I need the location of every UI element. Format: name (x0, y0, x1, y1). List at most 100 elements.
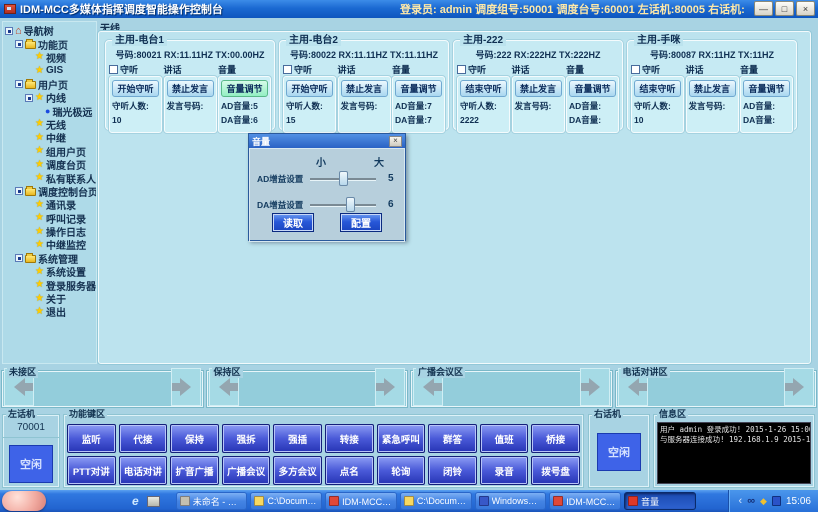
da-gain-value: 6 (388, 199, 394, 210)
config-button[interactable]: 配置 (340, 213, 382, 232)
taskbar-task[interactable]: 音量 (624, 492, 696, 510)
start-button[interactable] (2, 491, 46, 511)
function-key-button[interactable]: 代接 (118, 424, 168, 453)
da-gain-slider-thumb[interactable] (345, 197, 355, 212)
tree-item[interactable]: 功能页 (3, 37, 96, 52)
tree-item[interactable]: ● 瑞光极远 (3, 104, 96, 119)
tree-item[interactable]: 系统管理 (3, 252, 96, 266)
talk-forbid-button[interactable]: 禁止发言 (340, 80, 388, 97)
expander-icon[interactable] (25, 93, 33, 102)
talk-forbid-button[interactable]: 禁止发言 (688, 80, 736, 97)
tree-item[interactable]: ★ 内线 (3, 91, 96, 105)
listen-toggle-button[interactable]: 开始守听 (112, 80, 159, 97)
tree-item[interactable]: ★ 调度台页 (3, 158, 96, 172)
messenger-tray-icon[interactable]: ∞ (747, 495, 755, 507)
function-key-button[interactable]: 录音 (479, 456, 529, 485)
status-tray-icon[interactable]: ◆ (760, 496, 767, 506)
zone-right-arrow-button[interactable] (375, 368, 405, 406)
minimize-button[interactable]: — (754, 1, 773, 16)
tree-item[interactable]: ★ 组用户页 (3, 145, 96, 159)
function-key-button[interactable]: 紧急呼叫 (376, 424, 426, 453)
expander-icon[interactable] (15, 80, 23, 89)
tree-item[interactable]: 用户页 (3, 78, 96, 92)
function-key-button[interactable]: 点名 (324, 456, 374, 485)
listen-checkbox[interactable] (109, 65, 118, 74)
tree-item[interactable]: ★ 退出 (3, 305, 96, 319)
expander-icon[interactable] (15, 254, 23, 263)
function-key-button[interactable]: 多方会议 (273, 456, 322, 485)
function-key-button[interactable]: 强拆 (221, 424, 271, 453)
volume-adjust-button[interactable]: 音量调节 (743, 80, 790, 97)
function-key-button[interactable]: 监听 (67, 424, 116, 453)
talk-header-label: 讲话 (685, 65, 704, 75)
ad-gain-slider[interactable] (310, 171, 376, 186)
function-key-button[interactable]: 扩音广播 (170, 456, 219, 485)
function-key-button[interactable]: 保持 (170, 424, 219, 453)
maximize-button[interactable]: □ (775, 1, 794, 16)
right-phone-status-button[interactable]: 空闲 (597, 433, 641, 471)
ie-quicklaunch-icon[interactable]: e (132, 494, 139, 508)
function-key-button[interactable]: 电话对讲 (118, 456, 168, 485)
read-button[interactable]: 读取 (272, 213, 314, 232)
talk-forbid-button[interactable]: 禁止发言 (166, 80, 214, 97)
network-tray-icon[interactable] (771, 496, 781, 506)
tree-item[interactable]: ★ 中继 (3, 131, 96, 145)
tree-item[interactable]: ★ 中继监控 (3, 238, 96, 252)
volume-adjust-button[interactable]: 音量调节 (221, 80, 268, 97)
da-gain-slider[interactable] (310, 197, 376, 212)
function-key-button[interactable]: PTT对讲 (67, 456, 116, 485)
tree-item[interactable]: ★ 关于 (3, 292, 96, 306)
zone-right-arrow-button[interactable] (579, 368, 610, 406)
tree-item[interactable]: ★ GIS (3, 64, 96, 77)
tree-item[interactable]: 调度控制台页 (3, 185, 96, 199)
expander-icon[interactable] (15, 187, 23, 196)
taskbar-task[interactable]: IDM-MCC多媒体指... (549, 492, 621, 510)
talk-forbid-button[interactable]: 禁止发言 (514, 80, 562, 97)
talk-header-label: 讲话 (163, 65, 182, 75)
tree-item[interactable]: ★ 视频 (3, 51, 96, 65)
listen-checkbox[interactable] (631, 65, 640, 74)
listen-toggle-button[interactable]: 结束守听 (634, 80, 681, 97)
zone-right-arrow-button[interactable] (784, 368, 814, 406)
right-arrow-icon (376, 378, 404, 396)
desktop-quicklaunch-icon[interactable] (146, 495, 160, 507)
dialog-close-button[interactable]: × (389, 135, 402, 147)
tree-item[interactable]: ★ 登录服务器 (3, 278, 96, 293)
function-key-button[interactable]: 广播会议 (221, 456, 271, 485)
listen-toggle-button[interactable]: 开始守听 (286, 80, 333, 97)
function-key-button[interactable]: 轮询 (376, 456, 426, 485)
tree-item[interactable]: ★ 操作日志 (3, 225, 96, 239)
expander-icon[interactable] (15, 40, 23, 49)
function-key-button[interactable]: 群答 (428, 424, 477, 453)
listen-toggle-button[interactable]: 结束守听 (460, 80, 507, 97)
function-key-button[interactable]: 闭铃 (428, 456, 477, 485)
tray-collapse-icon[interactable]: ‹ (739, 495, 743, 507)
taskbar-task[interactable]: WindowsApplicatio... (474, 492, 547, 510)
taskbar-task[interactable]: 未命名 - 画图 (175, 492, 248, 510)
talk-number-label: 发言号码: (688, 101, 726, 111)
function-key-button[interactable]: 转接 (324, 424, 374, 453)
function-key-button[interactable]: 值班 (479, 424, 529, 453)
tree-item[interactable]: ★ 通讯录 (3, 198, 96, 212)
taskbar-task[interactable]: C:\Documents and... (250, 492, 323, 510)
left-phone-status-button[interactable]: 空闲 (9, 445, 53, 483)
expander-icon[interactable] (5, 26, 13, 35)
function-key-button[interactable]: 强插 (273, 424, 322, 453)
function-key-button[interactable]: 拨号盘 (531, 456, 580, 485)
ad-gain-slider-thumb[interactable] (339, 171, 348, 186)
taskbar-task[interactable]: IDM-MCC多媒体调... (325, 492, 397, 510)
tree-item[interactable]: ★ 私有联系人 (3, 171, 96, 185)
function-key-button[interactable]: 桥接 (531, 424, 580, 453)
tree-item[interactable]: ★ 呼叫记录 (3, 211, 96, 226)
volume-adjust-button[interactable]: 音量调节 (395, 80, 442, 97)
volume-box: 音量调节 AD音量:7 DA音量:7 (392, 76, 445, 133)
tree-item[interactable]: ⌂ 导航树 (3, 24, 96, 38)
listen-checkbox[interactable] (457, 65, 466, 74)
zone-right-arrow-button[interactable] (170, 368, 201, 406)
taskbar-task[interactable]: C:\Documents and... (399, 492, 472, 510)
tree-item[interactable]: ★ 系统设置 (3, 265, 96, 279)
volume-adjust-button[interactable]: 音量调节 (569, 80, 616, 97)
close-button[interactable]: × (796, 1, 815, 16)
listen-checkbox[interactable] (283, 65, 292, 74)
tree-item[interactable]: ★ 无线 (3, 118, 96, 132)
